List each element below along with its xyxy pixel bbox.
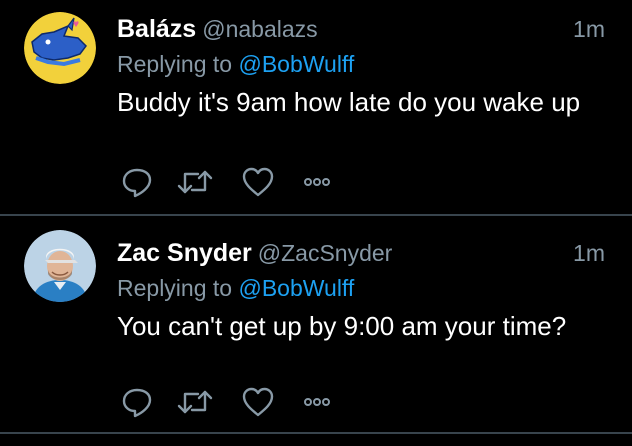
handle[interactable]: @ZacSnyder — [258, 240, 393, 266]
replying-to-link[interactable]: @BobWulff — [238, 275, 354, 301]
tweet[interactable]: Balázs @nabalazs 1m Replying to @BobWulff… — [0, 0, 632, 214]
tweet-content: Balázs @nabalazs 1m Replying to @BobWulff… — [117, 12, 608, 120]
tweet-feed: Balázs @nabalazs 1m Replying to @BobWulff… — [0, 0, 632, 446]
avatar[interactable] — [24, 12, 96, 84]
replying-to-line: Replying to @BobWulff — [117, 270, 608, 306]
replying-to-link[interactable]: @BobWulff — [238, 51, 354, 77]
more-options-button[interactable] — [297, 162, 337, 202]
more-icon — [304, 178, 330, 186]
display-name[interactable]: Zac Snyder — [117, 239, 252, 267]
tweet-text: Buddy it's 9am how late do you wake up — [117, 87, 581, 117]
replying-to-line: Replying to @BobWulff — [117, 46, 608, 82]
like-button[interactable] — [238, 162, 278, 202]
timestamp[interactable]: 1m — [573, 12, 605, 46]
retweet-button[interactable] — [175, 382, 215, 422]
reply-icon — [122, 388, 152, 418]
avatar[interactable] — [24, 230, 96, 302]
tweet-header: Balázs @nabalazs 1m — [117, 12, 608, 46]
retweet-icon — [177, 390, 213, 414]
retweet-button[interactable] — [175, 162, 215, 202]
replying-to-prefix: Replying to — [117, 275, 233, 301]
reply-button[interactable] — [117, 382, 157, 422]
timestamp[interactable]: 1m — [573, 236, 605, 270]
more-options-button[interactable] — [297, 382, 337, 422]
tweet-text: You can't get up by 9:00 am your time? — [117, 311, 567, 341]
tweet-header: Zac Snyder @ZacSnyder 1m — [117, 236, 608, 270]
handle[interactable]: @nabalazs — [202, 16, 317, 42]
tweet-content: Zac Snyder @ZacSnyder 1m Replying to @Bob… — [117, 236, 608, 344]
display-name[interactable]: Balázs — [117, 15, 196, 43]
tweet-divider — [0, 432, 632, 434]
like-icon — [242, 167, 274, 197]
reply-icon — [122, 168, 152, 198]
tweet[interactable]: Zac Snyder @ZacSnyder 1m Replying to @Bob… — [0, 216, 632, 432]
retweet-icon — [177, 170, 213, 194]
man-white-cap-avatar-icon — [24, 230, 96, 302]
like-icon — [242, 387, 274, 417]
more-icon — [304, 398, 330, 406]
like-button[interactable] — [238, 382, 278, 422]
replying-to-prefix: Replying to — [117, 51, 233, 77]
blue-rhino-avatar-icon — [24, 12, 96, 84]
reply-button[interactable] — [117, 162, 157, 202]
